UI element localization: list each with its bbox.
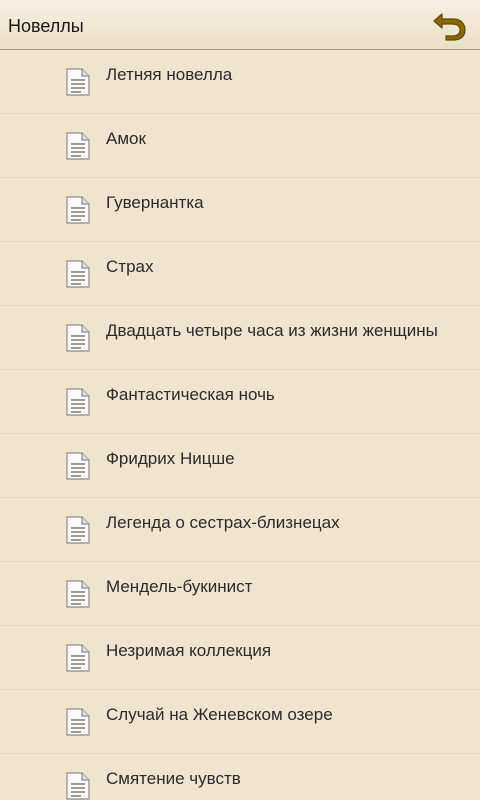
list-item-label: Фантастическая ночь	[106, 385, 275, 404]
document-icon	[66, 388, 90, 416]
document-icon	[66, 516, 90, 544]
back-button[interactable]	[430, 6, 470, 44]
novella-list: Летняя новелла Амок Гувернантка Страх Дв…	[0, 50, 480, 800]
undo-arrow-icon	[433, 13, 466, 41]
document-icon	[66, 452, 90, 480]
list-item[interactable]: Летняя новелла	[0, 50, 480, 114]
document-icon	[66, 644, 90, 672]
action-bar: Новеллы	[0, 0, 480, 50]
document-icon	[66, 196, 90, 224]
list-item-label: Фридрих Ницше	[106, 449, 235, 468]
list-item-label: Мендель-букинист	[106, 577, 253, 596]
list-item-label: Амок	[106, 129, 146, 148]
page-title: Новеллы	[8, 16, 84, 36]
app-window: Новеллы Летняя новелла Амок Гувернантка …	[0, 0, 480, 800]
list-item-label: Незримая коллекция	[106, 641, 272, 660]
list-item-label: Летняя новелла	[106, 65, 233, 84]
document-icon	[66, 324, 90, 352]
list-item[interactable]: Незримая коллекция	[0, 626, 480, 690]
list-item-label: Двадцать четыре часа из жизни женщины	[106, 321, 438, 340]
list-item[interactable]: Двадцать четыре часа из жизни женщины	[0, 306, 480, 370]
list-item-label: Случай на Женевском озере	[106, 705, 333, 724]
document-icon	[66, 132, 90, 160]
list-item[interactable]: Фантастическая ночь	[0, 370, 480, 434]
list-item-label: Смятение чувств	[106, 769, 241, 788]
list-item[interactable]: Гувернантка	[0, 178, 480, 242]
list-item-label: Страх	[106, 257, 154, 276]
document-icon	[66, 260, 90, 288]
list-item-label: Легенда о сестрах-близнецах	[106, 513, 340, 532]
list-item[interactable]: Амок	[0, 114, 480, 178]
list-item[interactable]: Фридрих Ницше	[0, 434, 480, 498]
list-item[interactable]: Смятение чувств	[0, 754, 480, 800]
list-item-label: Гувернантка	[106, 193, 204, 212]
list-item[interactable]: Случай на Женевском озере	[0, 690, 480, 754]
document-icon	[66, 580, 90, 608]
document-icon	[66, 68, 90, 96]
list-item[interactable]: Мендель-букинист	[0, 562, 480, 626]
list-item[interactable]: Страх	[0, 242, 480, 306]
document-icon	[66, 772, 90, 800]
list-item[interactable]: Легенда о сестрах-близнецах	[0, 498, 480, 562]
document-icon	[66, 708, 90, 736]
